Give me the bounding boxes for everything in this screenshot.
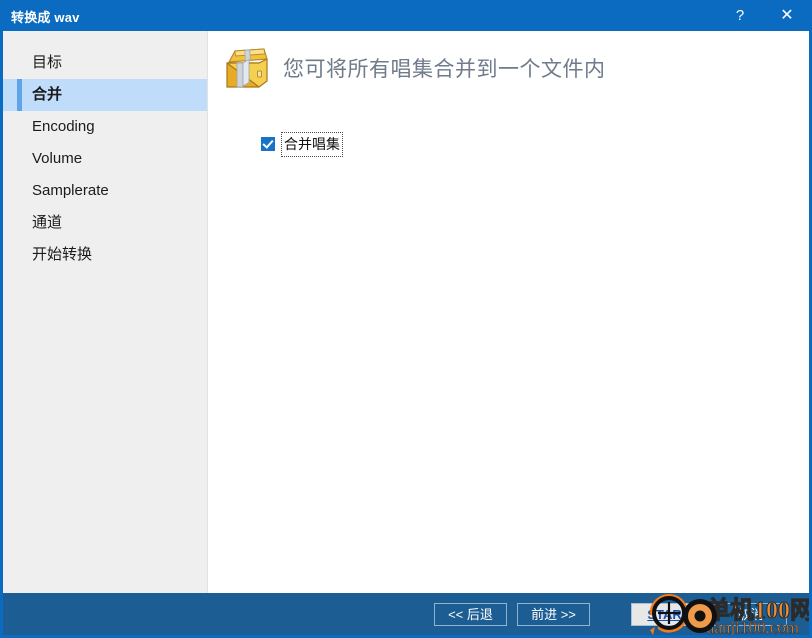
sidebar-item-label: 合并 [32, 86, 63, 103]
next-button[interactable]: 前进 >> [517, 603, 590, 626]
main-content-panel: 您可将所有唱集合并到一个文件内 合并唱集 [208, 31, 809, 593]
merge-albums-checkbox[interactable] [261, 137, 275, 151]
merge-albums-label[interactable]: 合并唱集 [281, 131, 343, 157]
help-icon[interactable]: ? [717, 0, 763, 31]
sidebar-item-samplerate[interactable]: Samplerate [3, 175, 207, 207]
sidebar-item-label: Samplerate [32, 182, 109, 199]
window-title: 转换成 wav [11, 10, 80, 25]
treasure-chest-icon [226, 48, 268, 88]
page-title: 您可将所有唱集合并到一个文件内 [283, 57, 606, 81]
close-icon[interactable]: ✕ [764, 0, 809, 31]
cancel-button[interactable]: 取消 [714, 603, 787, 626]
content-header: 您可将所有唱集合并到一个文件内 [221, 37, 791, 99]
sidebar-item-start-conversion[interactable]: 开始转换 [3, 239, 207, 271]
sidebar-item-label: 目标 [32, 54, 63, 71]
sidebar-item-encoding[interactable]: Encoding [3, 111, 207, 143]
sidebar-item-label: Encoding [32, 118, 95, 135]
merge-option-row: 合并唱集 [261, 131, 343, 157]
sidebar-item-label: 开始转换 [32, 246, 93, 263]
sidebar-item-volume[interactable]: Volume [3, 143, 207, 175]
sidebar-item-channel[interactable]: 通道 [3, 207, 207, 239]
sidebar: 目标 合并 Encoding Volume Samplerate 通道 开始转换 [3, 31, 208, 593]
footer-bar: << 后退 前进 >> START 取消 [3, 593, 809, 635]
sidebar-item-target[interactable]: 目标 [3, 47, 207, 79]
back-button[interactable]: << 后退 [434, 603, 507, 626]
start-button[interactable]: START [631, 603, 706, 626]
sidebar-item-merge[interactable]: 合并 [3, 79, 207, 111]
converter-dialog-window: 转换成 wav ? ✕ 目标 合并 Encoding Volume Sample… [0, 0, 812, 638]
sidebar-item-label: Volume [32, 150, 83, 167]
title-bar: 转换成 wav ? ✕ [3, 0, 809, 31]
sidebar-item-label: 通道 [32, 214, 63, 231]
